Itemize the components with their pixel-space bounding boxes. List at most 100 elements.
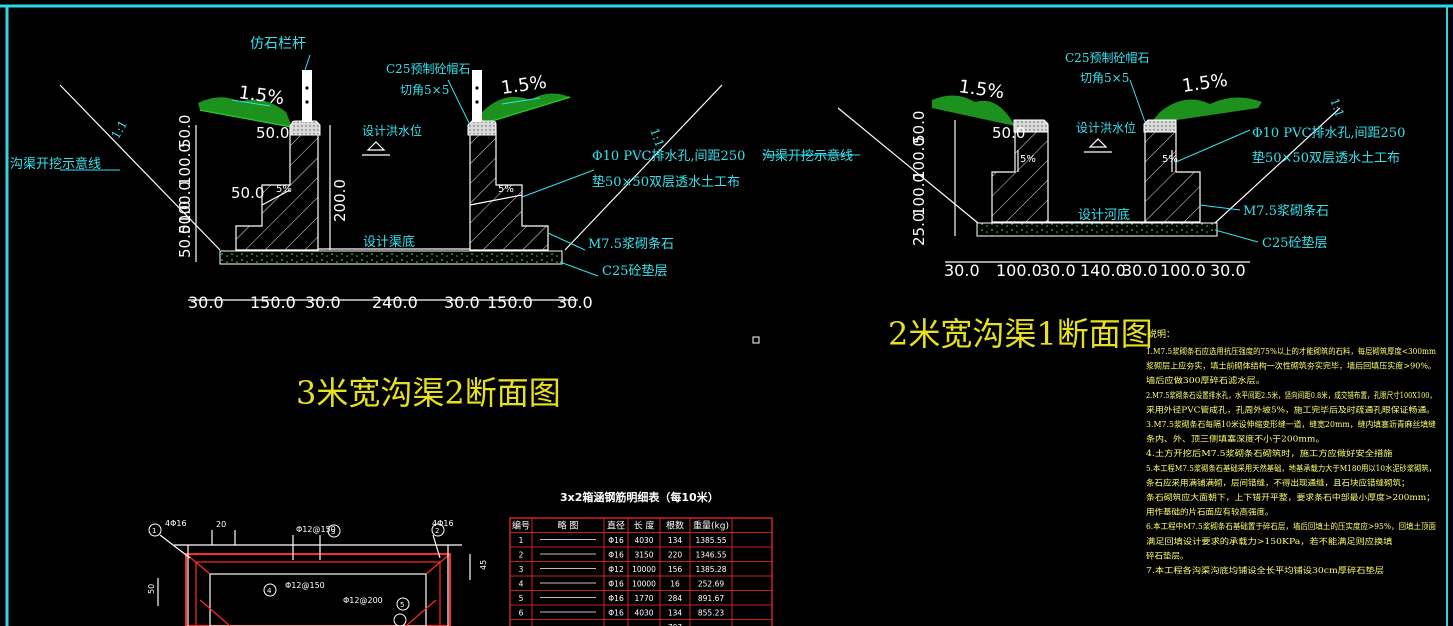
note-line: 条石应采用满铺满砌，层间错缝，不得出现通缝，且石块应错缝砌筑； bbox=[1146, 477, 1410, 487]
r-vdim-3: 100.0 bbox=[910, 173, 928, 216]
culvert-callout-11: 5 bbox=[400, 601, 404, 609]
vdim-left-2: 100.0 bbox=[176, 143, 194, 186]
rebar-table-cell: 2 bbox=[519, 551, 524, 560]
rebar-table-cell: 3 bbox=[519, 565, 524, 574]
culvert-callout-10: 4 bbox=[267, 587, 272, 595]
geotextile-label: 垫50×50双层透水土工布 bbox=[592, 174, 740, 190]
bdim-3: 30.0 bbox=[305, 293, 341, 312]
note-line: 浆砌层上应夯实，填土前砌体结构一次性砌筑夯实完毕，墙后回填压实度>90%。 bbox=[1146, 361, 1436, 371]
section-left-title: 3米宽沟渠2断面图 bbox=[296, 374, 561, 412]
point-marker bbox=[752, 336, 760, 344]
rebar-table-cell: 156 bbox=[668, 565, 683, 574]
inner-dim-3: 200.0 bbox=[331, 179, 349, 222]
rebar-table-cell: Φ16 bbox=[608, 609, 624, 618]
box-culvert-drawing bbox=[148, 523, 471, 626]
flood-level-label: 设计洪水位 bbox=[362, 123, 422, 138]
rebar-table-header: 编号 bbox=[512, 520, 530, 532]
r-bdim-7: 30.0 bbox=[1210, 261, 1246, 280]
bdim-4: 240.0 bbox=[372, 293, 418, 312]
notes-list: 1.M7.5浆砌条石应选用抗压强度的75%以上的才能砌筑的石料，每层砌筑厚度<3… bbox=[1146, 346, 1436, 575]
rebar-table-cell: Φ16 bbox=[608, 580, 624, 589]
rebar-table-cell: 4 bbox=[519, 580, 524, 589]
section-right-title: 2米宽沟渠1断面图 bbox=[888, 315, 1153, 353]
rebar-table-cell: 252.69 bbox=[698, 580, 724, 589]
inner-dim-2: 50.0 bbox=[231, 184, 264, 202]
rebar-table-cell: 284 bbox=[668, 594, 683, 603]
rebar-table-header: 直径 bbox=[607, 520, 625, 532]
slope-right-label: 1.5% bbox=[500, 72, 548, 99]
culvert-callout-5: Φ12@150 bbox=[285, 581, 325, 590]
r-bdim-2: 100.0 bbox=[996, 261, 1042, 280]
culvert-callout-3: Φ12@150 bbox=[296, 525, 336, 534]
culvert-callout-1: 4Φ16 bbox=[165, 519, 187, 528]
rebar-table-cell: Φ12 bbox=[608, 565, 624, 574]
rebar-table-cell: 1385.28 bbox=[695, 565, 726, 574]
note-line: 条石砌筑应大面朝下，上下错开平整，要求条石中部最小厚度>200mm； bbox=[1146, 492, 1435, 502]
rebar-table-cell: 5 bbox=[519, 594, 524, 603]
vdim-left-1: 50.0 bbox=[176, 115, 194, 148]
r-drain-hole-label: Φ10 PVC排水孔,间距250 bbox=[1252, 126, 1405, 141]
r-inner-dim-1: 50.0 bbox=[992, 124, 1025, 142]
cap-stone-label: C25预制砼帽石 bbox=[386, 61, 470, 76]
r-bdim-5: 30.0 bbox=[1122, 261, 1158, 280]
rebar-table-cell: 220 bbox=[668, 551, 683, 560]
r-geotextile-label: 垫50×50双层透水土工布 bbox=[1252, 150, 1400, 166]
bdim-6: 150.0 bbox=[487, 293, 533, 312]
rebar-table-cell: 134 bbox=[668, 609, 683, 618]
drain-hole-label: Φ10 PVC排水孔,间距250 bbox=[592, 149, 745, 164]
note-line: 6.本工程中M7.5浆砌条石基础置于碎石层，墙后回填土的压实度应>95%，回填土… bbox=[1146, 521, 1436, 531]
rebar-table-cell: Φ16 bbox=[608, 536, 624, 545]
r-bdim-6: 100.0 bbox=[1160, 261, 1206, 280]
inner-dim-1: 50.0 bbox=[256, 124, 289, 142]
note-line: 5.本工程M7.5浆砌条石基础采用天然基础，地基承载力大于M180用以10水泥砂… bbox=[1146, 463, 1436, 473]
note-line: 条内、外、顶三侧填塞深度不小于200mm。 bbox=[1146, 434, 1325, 444]
rebar-table-header: 略 图 bbox=[558, 520, 579, 532]
culvert-callout-2: 20 bbox=[216, 520, 226, 529]
chamfer-label: 切角5×5 bbox=[400, 83, 449, 97]
note-line: 7.本工程各沟渠沟底均铺设全长平均铺设30cm厚碎石垫层 bbox=[1146, 565, 1384, 575]
rebar-table-cell: 4030 bbox=[634, 609, 653, 618]
bdim-1: 30.0 bbox=[188, 293, 224, 312]
note-line: 2.M7.5浆砌条石设置排水孔，水平间距2.5米，竖向间距0.8米，成交错布置，… bbox=[1146, 390, 1436, 400]
rebar-table-cell: 1385.55 bbox=[695, 536, 726, 545]
r-vdim-4: 25.0 bbox=[910, 213, 928, 246]
section-right-drawing bbox=[763, 79, 1341, 263]
rebar-table-header: 长 度 bbox=[634, 520, 655, 532]
r-bdim-4: 140.0 bbox=[1080, 261, 1126, 280]
pct-b-label: 5% bbox=[498, 184, 514, 195]
rebar-table-header: 根数 bbox=[666, 520, 684, 532]
culvert-callout-7: 1 bbox=[152, 527, 156, 535]
vdim-left-5: 50.0 bbox=[176, 201, 194, 234]
r-chamfer-label: 切角5×5 bbox=[1080, 71, 1129, 85]
note-line: 3.M7.5浆砌条石每隔10米设伸缩变形缝一道，缝宽20mm，缝内填塞沥青麻丝填… bbox=[1146, 419, 1436, 429]
r-ratio-label: 1:1 bbox=[1327, 96, 1347, 119]
railing-label: 仿石栏杆 bbox=[250, 36, 306, 52]
culvert-callout-9: 3 bbox=[331, 528, 335, 536]
r-pct-a-label: 5% bbox=[1020, 154, 1036, 165]
rebar-table-cell: 6 bbox=[519, 609, 524, 618]
notes-heading: 说明： bbox=[1148, 328, 1175, 340]
r-slope-right-label: 1.5% bbox=[1181, 70, 1229, 97]
r-cushion-label: C25砼垫层 bbox=[1262, 235, 1328, 251]
note-line: 满足回填设计要求的承载力>150KPa，若不能满足则应换填 bbox=[1146, 536, 1393, 546]
note-line: 碎石垫层。 bbox=[1146, 550, 1189, 560]
r-bdim-1: 30.0 bbox=[944, 261, 980, 280]
rebar-table-cell: 855.23 bbox=[698, 609, 724, 618]
r-flood-level-label: 设计洪水位 bbox=[1076, 120, 1136, 135]
note-line: 采用外径PVC管成孔，孔周外坡5%，施工完毕后及时疏通孔眼保证畅通。 bbox=[1146, 404, 1435, 414]
rebar-table-cell: 891.67 bbox=[698, 594, 724, 603]
canal-bottom-label: 设计渠底 bbox=[363, 234, 415, 250]
r-cap-stone-label: C25预制砼帽石 bbox=[1065, 50, 1149, 65]
rebar-table-cell: 3150 bbox=[634, 551, 653, 560]
rebar-table-header: 重量(kg) bbox=[693, 520, 729, 532]
culvert-callout-13: 45 bbox=[479, 560, 488, 570]
r-bdim-3: 30.0 bbox=[1040, 261, 1076, 280]
rebar-table-cell: 1 bbox=[519, 536, 524, 545]
rebar-table-cell: Φ16 bbox=[608, 551, 624, 560]
excavation-label: 沟渠开挖示意线 bbox=[10, 156, 101, 172]
cad-drawing-canvas[interactable]: 仿石栏杆 C25预制砼帽石 切角5×5 1.5% 1.5% 1:1 1:1 沟渠… bbox=[0, 0, 1453, 626]
r-river-bottom-label: 设计河底 bbox=[1078, 207, 1130, 223]
pct-a-label: 5% bbox=[276, 184, 292, 195]
rebar-table-cell: 1346.55 bbox=[695, 551, 726, 560]
rebar-table-cell: 4030 bbox=[634, 536, 653, 545]
